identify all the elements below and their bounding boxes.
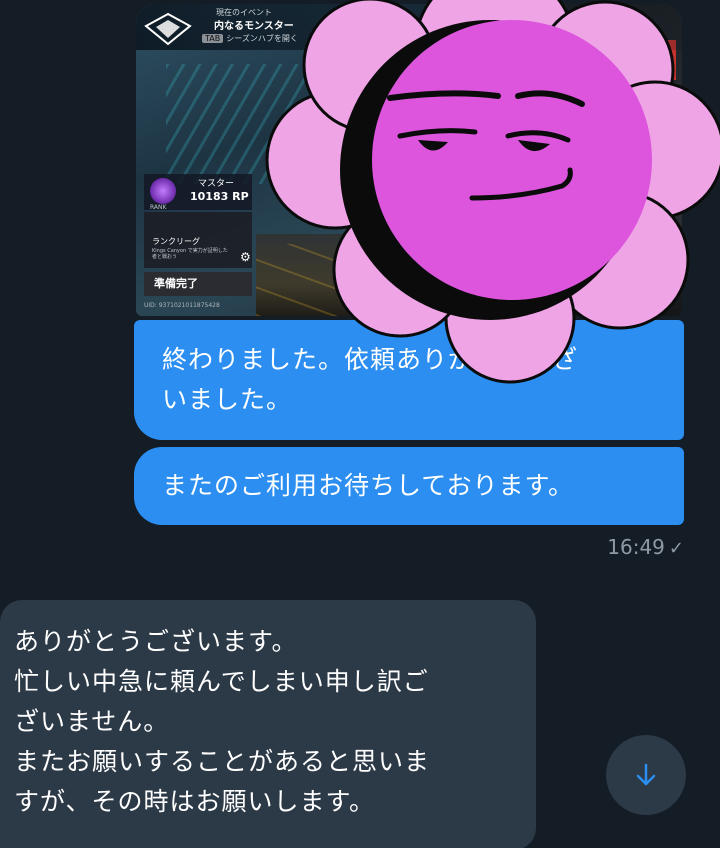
rank-caption: RANK xyxy=(150,204,167,211)
message-time: 16:49 xyxy=(607,535,665,559)
message-line: ざいません。 xyxy=(14,707,170,736)
ranked-title: ランクリーグ xyxy=(152,237,200,246)
scroll-down-button[interactable] xyxy=(606,735,686,815)
outgoing-message[interactable]: またのご利用お待ちしております。 xyxy=(134,447,684,525)
tab-key-label: TAB xyxy=(202,34,224,43)
message-line: ありがとうございます。 xyxy=(14,627,298,656)
rank-badge-icon xyxy=(150,178,176,204)
rank-name: マスター xyxy=(198,179,235,189)
message-line: 忙しい中急に頼んでしまい申し訳ご xyxy=(14,667,429,696)
chat-view: 現在のイベント 内なるモンスター TAB シーズンハブを開く マスター 10183… xyxy=(0,0,720,848)
ranked-league-panel: ランクリーグ Kings Canyon で実力が証明した者と戦おう ⚙ xyxy=(144,212,252,268)
ranked-subtitle: Kings Canyon で実力が証明した者と戦おう xyxy=(152,248,228,260)
ready-button: 準備完了 xyxy=(144,272,252,296)
player-uid: UID: 9371021011875428 xyxy=(144,302,220,309)
game-logo-icon xyxy=(144,12,192,46)
message-line: すが、その時はお願いします。 xyxy=(14,787,376,816)
message-line: またのご利用お待ちしております。 xyxy=(162,471,575,500)
message-line: またお願いすることがあると思いま xyxy=(14,747,431,776)
message-line: いました。 xyxy=(162,385,293,414)
check-icon: ✓ xyxy=(668,538,684,559)
incoming-message[interactable]: ありがとうございます。 忙しい中急に頼んでしまい申し訳ご ざいません。 またお願… xyxy=(0,600,536,848)
message-meta: 16:49 ✓ xyxy=(560,532,684,562)
rank-points: 10183 RP xyxy=(190,190,249,203)
flower-face-sticker[interactable] xyxy=(250,0,720,385)
rank-panel: マスター 10183 RP RANK xyxy=(144,174,252,211)
arrow-down-icon xyxy=(636,763,656,786)
